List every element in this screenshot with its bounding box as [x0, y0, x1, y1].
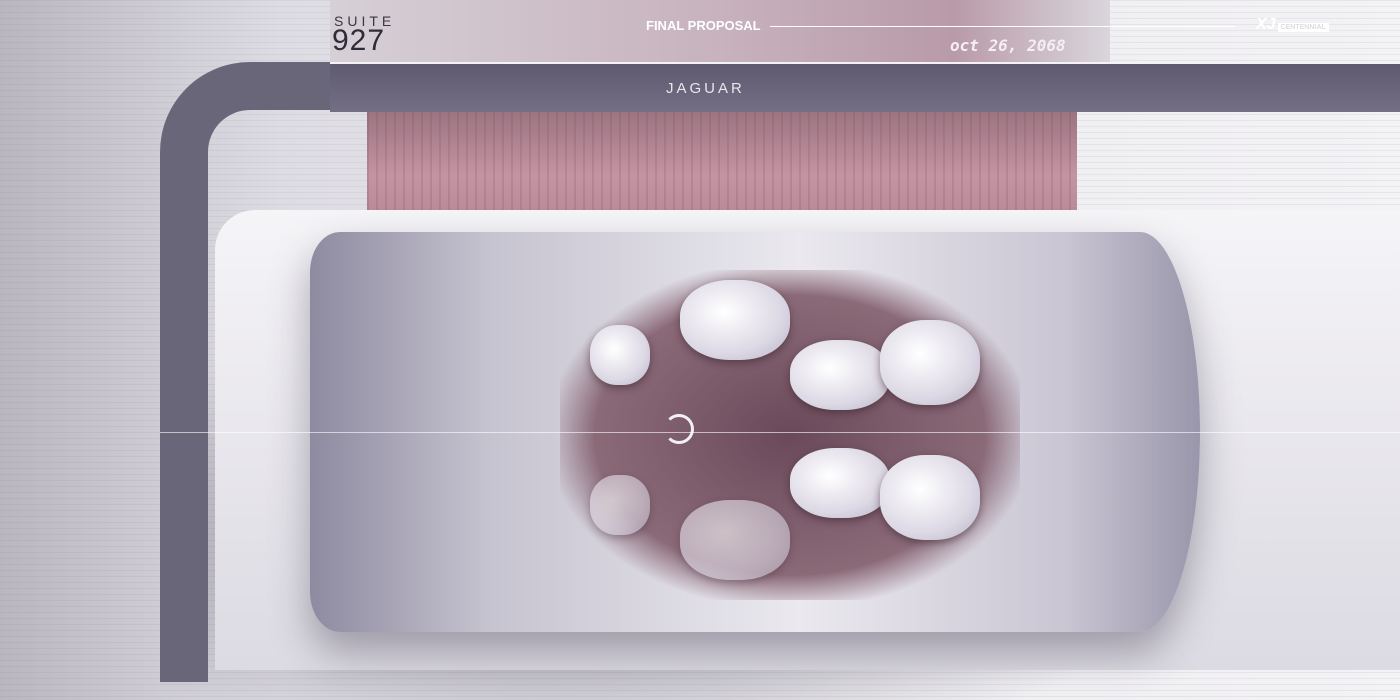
jaguar-emblem-icon: [664, 414, 694, 444]
wood-panel: [367, 112, 1077, 222]
seat-front-left: [680, 280, 790, 360]
seat-rear-left: [790, 340, 890, 410]
logo-mark: XJ: [1256, 16, 1276, 33]
title: FINAL PROPOSAL: [646, 18, 761, 33]
seat-rear-right: [790, 448, 890, 518]
seat-headrest: [590, 475, 650, 535]
cabin: [560, 270, 1020, 600]
date: oct 26, 2068: [950, 36, 1066, 55]
seat-headrest: [590, 325, 650, 385]
seat-rear-right-outer: [880, 455, 980, 540]
centerline: [160, 432, 1400, 433]
brand-beam: [330, 62, 1400, 112]
seat-front-right: [680, 500, 790, 580]
xj-logo: XJ CENTENNIAL: [1256, 16, 1329, 34]
logo-subtitle: CENTENNIAL: [1277, 23, 1329, 32]
divider: [770, 26, 1235, 27]
brand-name: JAGUAR: [666, 80, 745, 97]
seat-rear-left-outer: [880, 320, 980, 405]
suite-number: 927: [332, 24, 386, 57]
